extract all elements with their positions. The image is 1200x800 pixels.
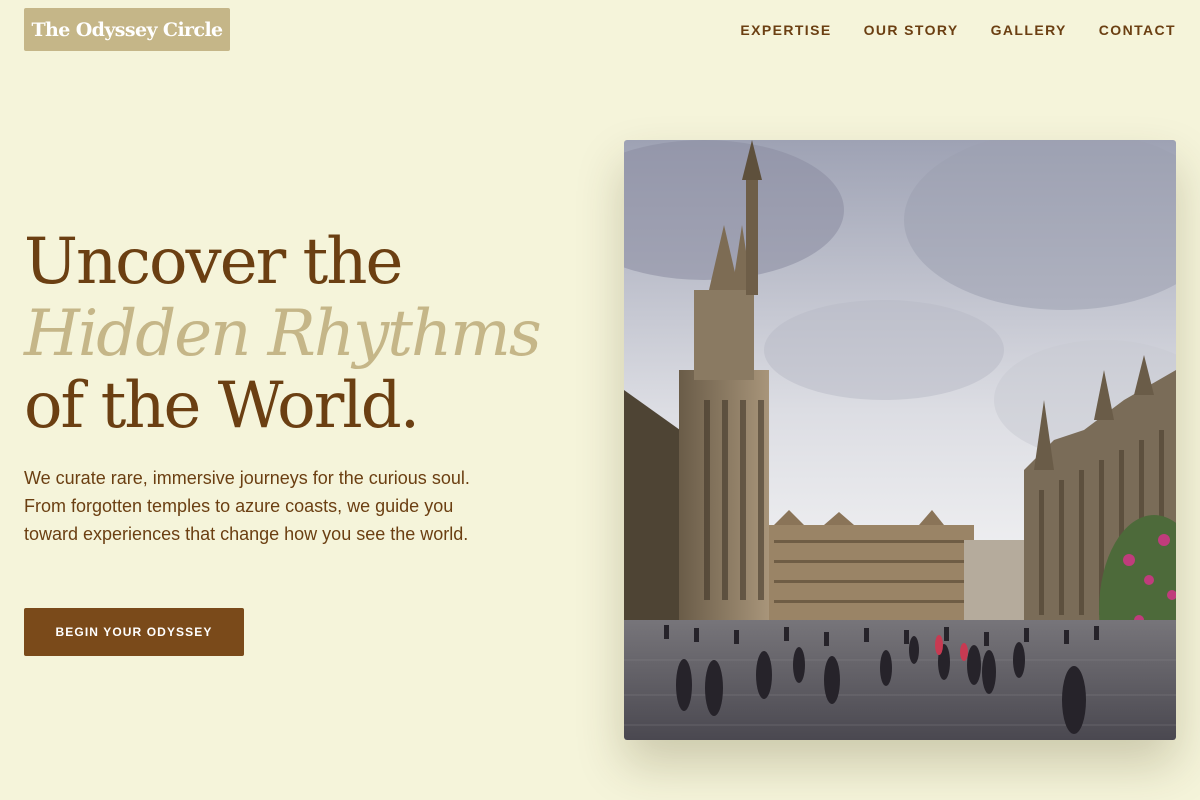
headline-line-1: Uncover the (24, 225, 403, 299)
nav-link-expertise[interactable]: EXPERTISE (740, 20, 831, 40)
nav-link-contact[interactable]: CONTACT (1099, 20, 1176, 40)
hero-description: We curate rare, immersive journeys for t… (24, 468, 470, 544)
begin-odyssey-button[interactable]: BEGIN YOUR ODYSSEY (24, 608, 244, 656)
grand-square-photo-illustration (624, 140, 1176, 740)
main-nav: EXPERTISE OUR STORY GALLERY CONTACT (740, 20, 1176, 40)
brand-logo[interactable]: The Odyssey Circle (24, 8, 230, 51)
nav-link-our-story[interactable]: OUR STORY (864, 20, 959, 40)
nav-link-gallery[interactable]: GALLERY (991, 20, 1067, 40)
headline-accent: Hidden Rhythms (24, 297, 542, 371)
hero-headline: Uncover the Hidden Rhythms of the World. (24, 225, 542, 443)
headline-line-3: of the World. (24, 369, 420, 443)
hero-photo (624, 140, 1176, 740)
